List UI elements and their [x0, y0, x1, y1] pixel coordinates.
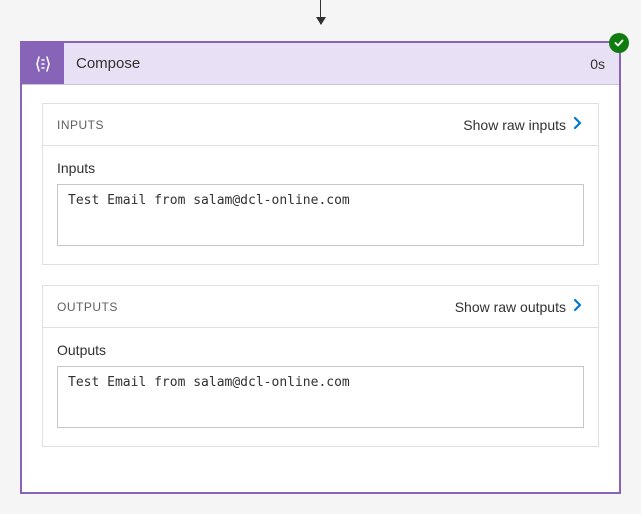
outputs-section: OUTPUTS Show raw outputs Outputs Test Em…: [42, 285, 599, 447]
card-header[interactable]: Compose 0s: [22, 43, 619, 85]
success-badge-icon: [609, 33, 629, 53]
outputs-section-title: OUTPUTS: [57, 300, 118, 314]
outputs-value-box[interactable]: Test Email from salam@dcl-online.com: [57, 366, 584, 428]
show-raw-inputs-link[interactable]: Show raw inputs: [463, 116, 584, 133]
chevron-right-icon: [572, 298, 584, 315]
inputs-section: INPUTS Show raw inputs Inputs Test Email…: [42, 103, 599, 265]
show-raw-outputs-label: Show raw outputs: [455, 299, 566, 315]
show-raw-inputs-label: Show raw inputs: [463, 117, 566, 133]
flow-arrow: [0, 0, 641, 40]
inputs-section-title: INPUTS: [57, 118, 104, 132]
outputs-section-header: OUTPUTS Show raw outputs: [43, 286, 598, 328]
compose-icon: [22, 43, 64, 84]
card-title: Compose: [64, 43, 590, 84]
chevron-right-icon: [572, 116, 584, 133]
inputs-section-body: Inputs Test Email from salam@dcl-online.…: [43, 146, 598, 264]
outputs-field-label: Outputs: [57, 342, 584, 358]
inputs-section-header: INPUTS Show raw inputs: [43, 104, 598, 146]
card-body: INPUTS Show raw inputs Inputs Test Email…: [22, 85, 619, 485]
compose-action-card: Compose 0s INPUTS Show raw inputs Inputs…: [20, 41, 621, 494]
inputs-value-box[interactable]: Test Email from salam@dcl-online.com: [57, 184, 584, 246]
inputs-field-label: Inputs: [57, 160, 584, 176]
show-raw-outputs-link[interactable]: Show raw outputs: [455, 298, 584, 315]
outputs-section-body: Outputs Test Email from salam@dcl-online…: [43, 328, 598, 446]
